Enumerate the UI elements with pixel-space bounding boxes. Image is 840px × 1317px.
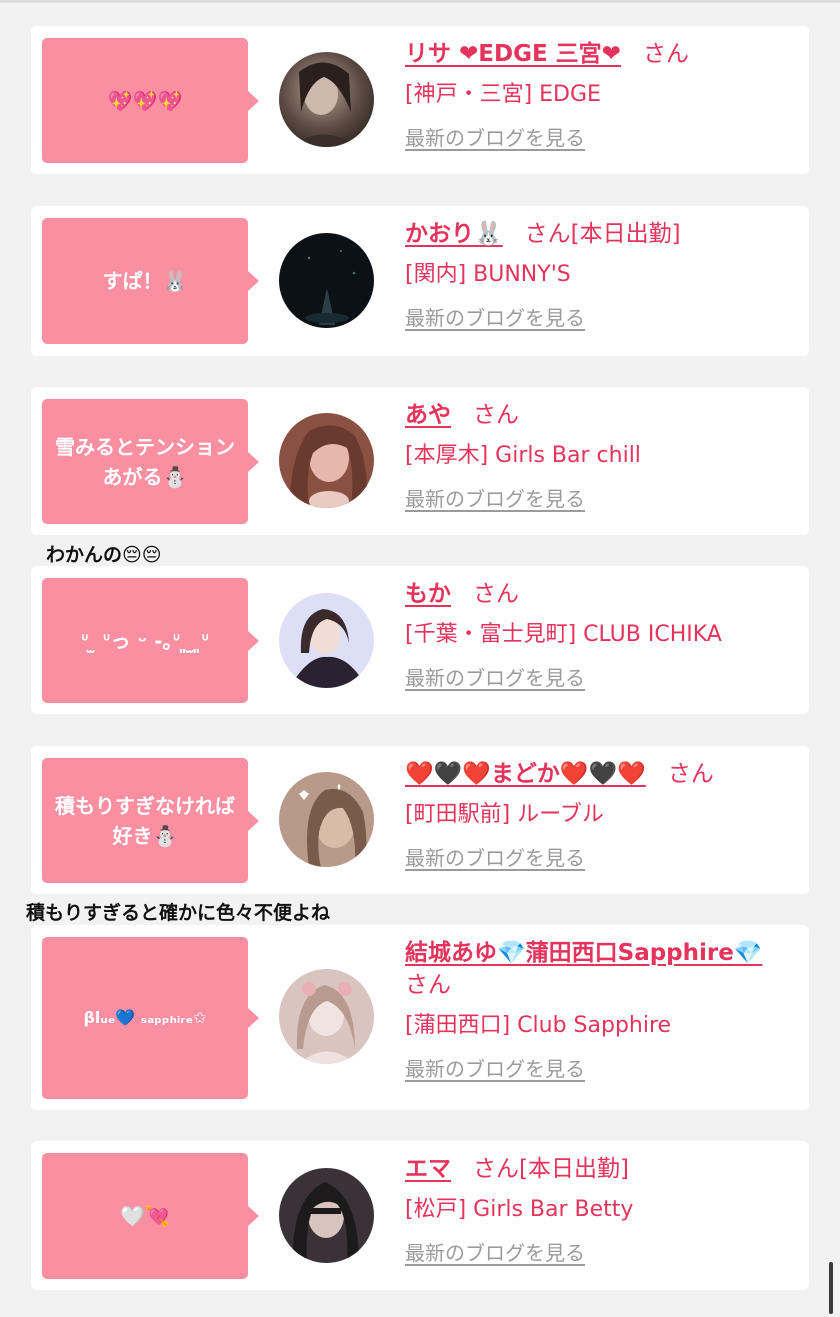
scrollbar-thumb[interactable]	[829, 1262, 833, 1314]
cast-name-link[interactable]: エマ	[405, 1156, 451, 1182]
comment-text: すぱ！🐰	[102, 269, 188, 293]
comment-text: ᐡ ̫ ᐡっ ᵕ -｡ᐡ ͈ ̫ ͈ᐡ	[80, 628, 210, 653]
shop-label: [本厚木] Girls Bar chill	[405, 443, 641, 468]
latest-blog-link[interactable]: 最新のブログを見る	[405, 483, 585, 512]
comment-text: βlᵤₑ💙 ₛₐₚₚₕᵢᵣₑ✩	[83, 1008, 207, 1027]
shop-label: [町田駅前] ルーブル	[405, 802, 604, 827]
comment-bubble: すぱ！🐰	[42, 218, 259, 344]
comment-bubble: 🤍💘	[42, 1153, 259, 1279]
comment-bubble: ᐡ ̫ ᐡっ ᵕ -｡ᐡ ͈ ̫ ͈ᐡ	[42, 578, 259, 703]
comment-bubble: 雪みるとテンションあがる⛄	[42, 399, 259, 524]
comment-text: 💖💖💖	[107, 88, 183, 113]
comment-text: 雪みるとテンションあがる⛄	[55, 434, 235, 489]
attendance-status: [本日出勤]	[570, 221, 681, 247]
latest-blog-link[interactable]: 最新のブログを見る	[405, 842, 585, 871]
shop-label: [神戸・三宮] EDGE	[405, 82, 601, 107]
shop-label: [関内] BUNNY'S	[405, 262, 571, 287]
comment-text: 🤍💘	[120, 1204, 170, 1228]
avatar[interactable]	[279, 772, 374, 867]
cast-card: βlᵤₑ💙 ₛₐₚₚₕᵢᵣₑ✩ 結城あゆ💎蒲田西口Sapphire💎 さん [蒲…	[31, 925, 809, 1110]
cast-name-link[interactable]: ❤️🖤❤️まどか❤️🖤❤️	[405, 761, 646, 787]
honorific: さん	[405, 972, 451, 998]
latest-blog-link[interactable]: 最新のブログを見る	[405, 1237, 585, 1266]
honorific: さん	[667, 761, 714, 787]
cast-card: すぱ！🐰 かおり🐰 さん[本日出勤] [関内] BUNNY'S 最新のブログを見る	[31, 206, 809, 356]
latest-blog-link[interactable]: 最新のブログを見る	[405, 1053, 585, 1082]
avatar[interactable]	[279, 413, 374, 508]
comment-caption: 積もりすぎると確かに色々不便よね	[26, 902, 331, 924]
comment-bubble: 積もりすぎなければ好き⛄	[42, 758, 259, 883]
honorific: さん	[524, 221, 571, 247]
cast-name-link[interactable]: 結城あゆ💎蒲田西口Sapphire💎	[405, 940, 763, 966]
comment-bubble: βlᵤₑ💙 ₛₐₚₚₕᵢᵣₑ✩	[42, 937, 259, 1099]
avatar[interactable]	[279, 1168, 374, 1263]
avatar[interactable]	[279, 233, 374, 328]
honorific: さん	[642, 41, 689, 67]
top-divider	[0, 0, 840, 3]
shop-label: [松戸] Girls Bar Betty	[405, 1197, 634, 1222]
cast-name-link[interactable]: かおり🐰	[405, 221, 503, 247]
comment-caption: わかんの😔😔	[46, 544, 162, 566]
cast-card: 積もりすぎなければ好き⛄ ❤️🖤❤️まどか❤️🖤❤️ さん [町田駅前] ルーブル…	[31, 746, 809, 894]
cast-name-link[interactable]: あや	[405, 402, 451, 428]
shop-label: [千葉・富士見町] CLUB ICHIKA	[405, 622, 722, 647]
latest-blog-link[interactable]: 最新のブログを見る	[405, 122, 585, 151]
honorific: さん	[473, 402, 519, 428]
cast-card: 🤍💘 エマ さん[本日出勤] [松戸] Girls Bar Betty 最新のブロ…	[31, 1141, 809, 1290]
avatar[interactable]	[279, 593, 374, 688]
avatar[interactable]	[279, 969, 374, 1064]
honorific: さん	[473, 581, 519, 607]
cast-card: ᐡ ̫ ᐡっ ᵕ -｡ᐡ ͈ ̫ ͈ᐡ もか さん [千葉・富士見町] CLUB …	[31, 566, 809, 714]
avatar[interactable]	[279, 52, 374, 147]
shop-label: [蒲田西口] Club Sapphire	[405, 1013, 672, 1038]
comment-bubble: 💖💖💖	[42, 38, 259, 163]
cast-name-link[interactable]: もか	[405, 581, 451, 607]
cast-card: 💖💖💖 リサ ❤EDGE 三宮❤ さん [神戸・三宮] EDGE 最新のブログを見…	[31, 26, 809, 174]
cast-name-link[interactable]: リサ ❤EDGE 三宮❤	[405, 41, 621, 67]
honorific: さん	[473, 1156, 519, 1182]
comment-text: 積もりすぎなければ好き⛄	[55, 793, 235, 848]
latest-blog-link[interactable]: 最新のブログを見る	[405, 662, 585, 691]
cast-card: 雪みるとテンションあがる⛄ あや さん [本厚木] Girls Bar chill…	[31, 387, 809, 535]
attendance-status: [本日出勤]	[519, 1156, 629, 1182]
latest-blog-link[interactable]: 最新のブログを見る	[405, 302, 585, 331]
